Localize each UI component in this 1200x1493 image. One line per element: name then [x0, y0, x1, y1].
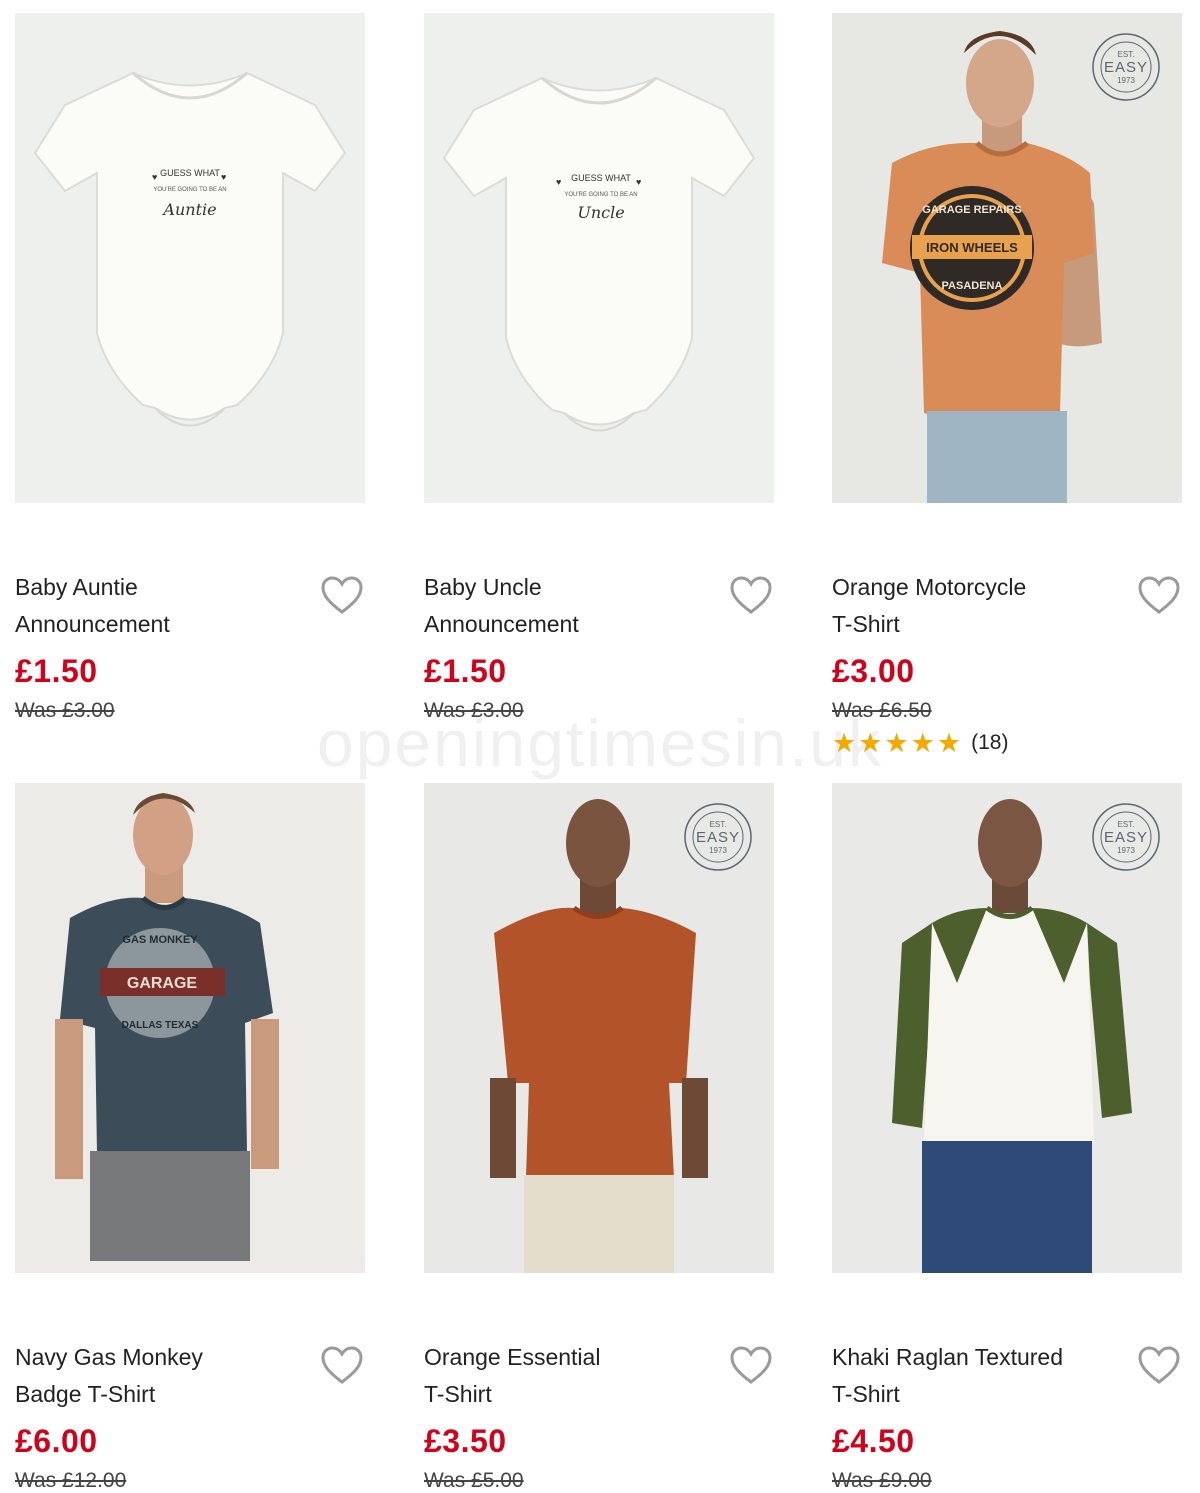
was-price: Was £9.00 [832, 1469, 932, 1492]
svg-text:1973: 1973 [1117, 846, 1135, 855]
sale-price: £3.00 [832, 653, 915, 689]
product-name-line[interactable]: T-Shirt [424, 1376, 714, 1413]
sale-price: £1.50 [424, 653, 507, 689]
product-name[interactable]: Orange Motorcycle T-Shirt [832, 569, 1122, 643]
was-price: Was £6.50 [832, 699, 932, 722]
product-name[interactable]: Navy Gas Monkey Badge T-Shirt [15, 1339, 305, 1413]
svg-text:♥: ♥ [636, 177, 641, 187]
product-name-line[interactable]: Announcement [15, 606, 305, 643]
easy-brand-badge-icon: EST. EASY 1973 [684, 803, 752, 871]
print-line: GUESS WHAT [571, 173, 631, 183]
was-price: Was £3.00 [424, 699, 524, 722]
star-icon: ★ [910, 728, 935, 758]
product-name-line[interactable]: Announcement [424, 606, 714, 643]
rating-count[interactable]: (18) [971, 731, 1008, 755]
rating-stars: ★ ★ ★ ★ ★ [832, 729, 961, 757]
product-name-line[interactable]: T-Shirt [832, 606, 1122, 643]
wishlist-heart-icon[interactable] [1137, 1345, 1181, 1385]
baby-bodysuit-image: GUESS WHAT YOU'RE GOING TO BE AN Uncle ♥… [442, 76, 756, 432]
wishlist-heart-icon[interactable] [729, 1345, 773, 1385]
easy-brand-badge-icon: EST. EASY 1973 [1092, 33, 1160, 101]
star-icon: ★ [884, 728, 909, 758]
print-line: Uncle [577, 203, 624, 222]
svg-text:EST.: EST. [710, 820, 727, 829]
product-name-line[interactable]: Navy Gas Monkey [15, 1339, 305, 1376]
svg-text:1973: 1973 [1117, 76, 1135, 85]
print-line: GARAGE REPAIRS [922, 204, 1021, 216]
product-name-line[interactable]: Orange Essential [424, 1339, 714, 1376]
print-line: GARAGE [127, 975, 198, 992]
product-name-line[interactable]: Orange Motorcycle [832, 569, 1122, 606]
product-name[interactable]: Baby Auntie Announcement [15, 569, 305, 643]
product-name-line[interactable]: Baby Uncle [424, 569, 714, 606]
product-image[interactable]: EST. EASY 1973 [424, 783, 774, 1273]
print-line: DALLAS TEXAS [122, 1020, 199, 1031]
svg-text:EASY: EASY [1104, 59, 1148, 76]
wishlist-heart-icon[interactable] [729, 575, 773, 615]
print-line: Auntie [161, 200, 216, 219]
product-name[interactable]: Khaki Raglan Textured T-Shirt [832, 1339, 1122, 1413]
was-price: Was £5.00 [424, 1469, 524, 1492]
svg-text:EASY: EASY [1104, 829, 1148, 846]
svg-text:EST.: EST. [1118, 50, 1135, 59]
product-rating[interactable]: ★ ★ ★ ★ ★ (18) [832, 729, 1008, 757]
svg-text:EST.: EST. [1118, 820, 1135, 829]
sale-price: £3.50 [424, 1423, 507, 1459]
product-image[interactable]: GAS MONKEY GARAGE DALLAS TEXAS [15, 783, 365, 1273]
star-icon: ★ [858, 728, 883, 758]
model-navy-tshirt-image: GAS MONKEY GARAGE DALLAS TEXAS [15, 783, 365, 1273]
product-name[interactable]: Orange Essential T-Shirt [424, 1339, 714, 1413]
wishlist-heart-icon[interactable] [320, 1345, 364, 1385]
star-icon: ★ [936, 728, 962, 758]
wishlist-heart-icon[interactable] [320, 575, 364, 615]
wishlist-heart-icon[interactable] [1137, 575, 1181, 615]
print-line: YOU'RE GOING TO BE AN [564, 192, 637, 198]
print-line: PASADENA [942, 280, 1003, 292]
product-name-line[interactable]: Baby Auntie [15, 569, 305, 606]
was-price: Was £12.00 [15, 1469, 127, 1492]
product-name-line[interactable]: Badge T-Shirt [15, 1376, 305, 1413]
product-image[interactable]: GUESS WHAT YOU'RE GOING TO BE AN Auntie … [15, 13, 365, 503]
product-name-line[interactable]: Khaki Raglan Textured [832, 1339, 1122, 1376]
svg-text:♥: ♥ [556, 177, 561, 187]
sale-price: £4.50 [832, 1423, 915, 1459]
print-line: YOU'RE GOING TO BE AN [153, 187, 226, 193]
was-price: Was £3.00 [15, 699, 115, 722]
product-name[interactable]: Baby Uncle Announcement [424, 569, 714, 643]
product-image[interactable]: GARAGE REPAIRS IRON WHEELS PASADENA EST.… [832, 13, 1182, 503]
svg-text:EASY: EASY [696, 829, 740, 846]
product-image[interactable]: EST. EASY 1973 [832, 783, 1182, 1273]
product-image[interactable]: GUESS WHAT YOU'RE GOING TO BE AN Uncle ♥… [424, 13, 774, 503]
baby-bodysuit-image: GUESS WHAT YOU'RE GOING TO BE AN Auntie … [33, 71, 347, 427]
svg-text:1973: 1973 [709, 846, 727, 855]
sale-price: £1.50 [15, 653, 98, 689]
svg-text:♥: ♥ [221, 172, 226, 182]
star-icon: ★ [832, 728, 857, 758]
product-name-line[interactable]: T-Shirt [832, 1376, 1122, 1413]
sale-price: £6.00 [15, 1423, 98, 1459]
easy-brand-badge-icon: EST. EASY 1973 [1092, 803, 1160, 871]
print-line: IRON WHEELS [926, 240, 1018, 255]
svg-text:♥: ♥ [152, 172, 157, 182]
print-line: GUESS WHAT [160, 168, 220, 178]
print-line: GAS MONKEY [122, 934, 198, 946]
